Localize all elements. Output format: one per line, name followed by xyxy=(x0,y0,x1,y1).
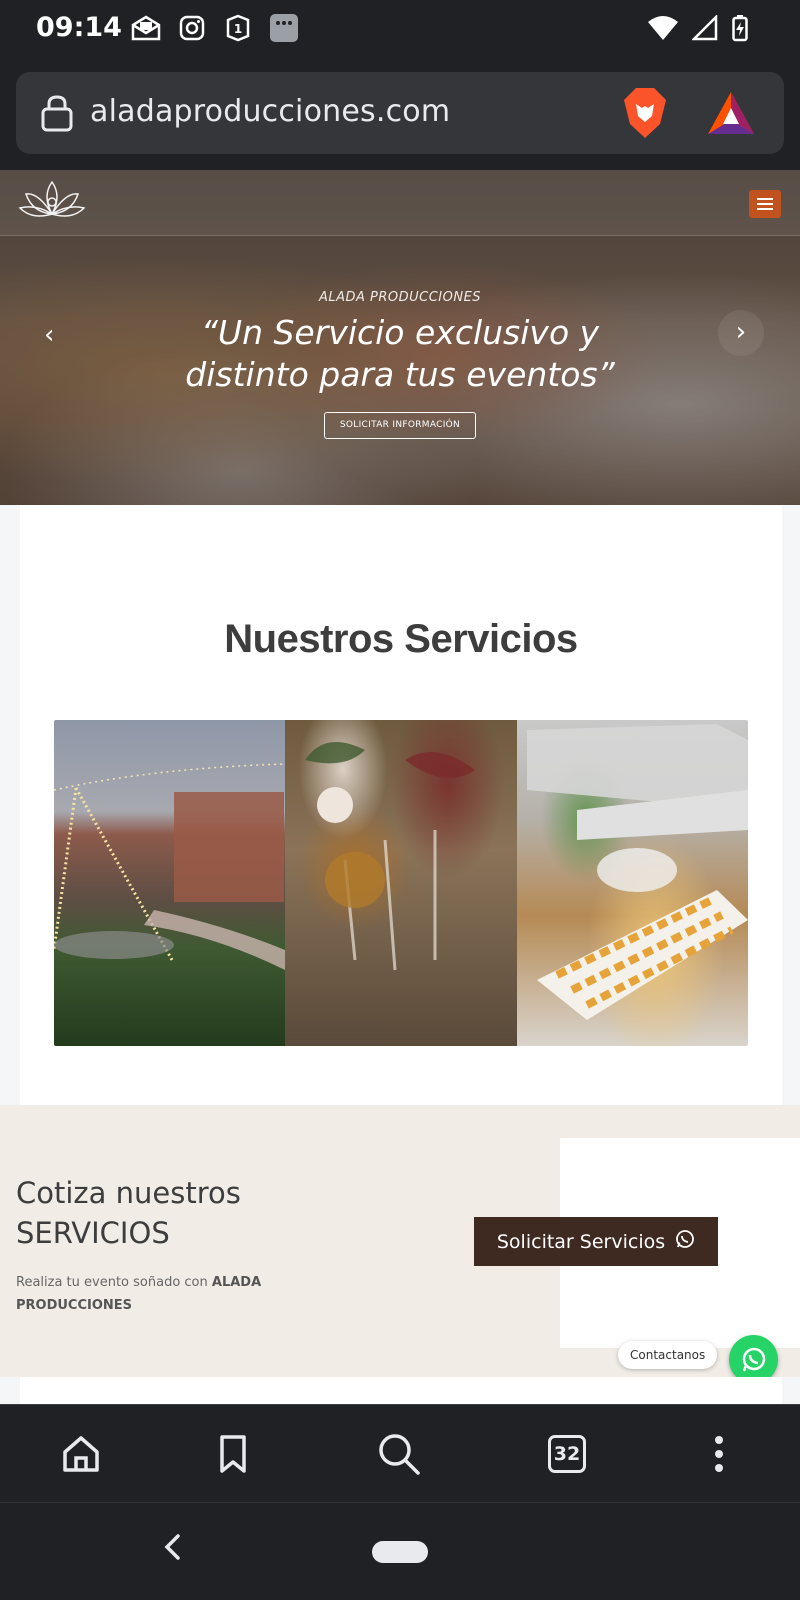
bat-rewards-icon[interactable] xyxy=(706,90,756,140)
hamburger-menu-button[interactable] xyxy=(749,190,781,218)
services-gallery xyxy=(54,720,748,1046)
lotus-logo-icon[interactable] xyxy=(18,178,86,230)
hero-banner: ‹ › ALADA PRODUCCIONES “Un Servicio excl… xyxy=(0,170,800,505)
tab-count: 32 xyxy=(548,1435,586,1473)
quote-subtitle-text: Realiza tu evento soñado con xyxy=(16,1275,212,1290)
tab-switcher-button[interactable]: 32 xyxy=(544,1431,590,1477)
hero-kicker: ALADA PRODUCCIONES xyxy=(318,290,482,305)
browser-bottom-bar: 32 xyxy=(0,1404,800,1502)
services-card: Nuestros Servicios xyxy=(20,505,782,1105)
back-icon[interactable] xyxy=(162,1533,182,1569)
mail-icon xyxy=(130,12,162,44)
notification-icons: 1 xyxy=(130,12,300,44)
site-header xyxy=(0,170,800,236)
home-icon[interactable] xyxy=(58,1431,104,1477)
app-icon xyxy=(268,12,300,44)
url-text[interactable]: aladaproducciones.com xyxy=(90,94,450,129)
hero-title-line: distinto para tus eventos” xyxy=(185,355,615,394)
android-nav-bar xyxy=(0,1502,800,1600)
home-gesture-pill[interactable] xyxy=(372,1541,428,1563)
brave-shields-icon[interactable] xyxy=(622,86,668,144)
request-services-button[interactable]: Solicitar Servicios xyxy=(474,1217,718,1266)
browser-toolbar: aladaproducciones.com xyxy=(0,60,800,170)
request-info-button[interactable]: SOLICITAR INFORMACIÓN xyxy=(324,412,476,439)
instagram-icon xyxy=(176,12,208,44)
services-title: Nuestros Servicios xyxy=(224,617,578,661)
whatsapp-icon xyxy=(742,1347,765,1371)
search-icon[interactable] xyxy=(376,1431,422,1477)
more-menu-icon[interactable] xyxy=(696,1431,742,1477)
svg-text:1: 1 xyxy=(234,22,242,36)
quote-title: Cotiza nuestros SERVICIOS xyxy=(16,1173,241,1253)
onepassword-icon: 1 xyxy=(222,12,254,44)
whatsapp-icon xyxy=(675,1229,695,1254)
page-bottom-card xyxy=(20,1377,782,1404)
page-bottom-strip xyxy=(0,1377,800,1404)
battery-charging-icon xyxy=(732,14,748,46)
quote-title-line: SERVICIOS xyxy=(16,1216,170,1250)
quote-section: Cotiza nuestros SERVICIOS Realiza tu eve… xyxy=(0,1105,800,1384)
status-bar: 09:14 1 xyxy=(0,0,800,60)
contact-label[interactable]: Contactanos xyxy=(618,1341,718,1369)
bookmark-icon[interactable] xyxy=(210,1431,256,1477)
quote-title-line: Cotiza nuestros xyxy=(16,1176,241,1210)
hero-title: “Un Servicio exclusivo y distinto para t… xyxy=(0,312,800,396)
address-bar[interactable]: aladaproducciones.com xyxy=(16,72,784,154)
signal-icon xyxy=(690,13,718,45)
lock-icon xyxy=(40,94,74,136)
hero-title-line: “Un Servicio exclusivo y xyxy=(200,313,600,352)
venue-image[interactable] xyxy=(54,720,286,1046)
catering-image[interactable] xyxy=(516,720,748,1046)
system-icons xyxy=(648,13,748,46)
services-section: Nuestros Servicios xyxy=(0,505,800,1105)
request-services-label: Solicitar Servicios xyxy=(496,1230,666,1253)
status-time: 09:14 xyxy=(36,12,122,43)
quote-subtitle: Realiza tu evento soñado con ALADA PRODU… xyxy=(16,1271,336,1317)
wifi-icon xyxy=(648,16,678,44)
table-decor-image[interactable] xyxy=(285,720,517,1046)
